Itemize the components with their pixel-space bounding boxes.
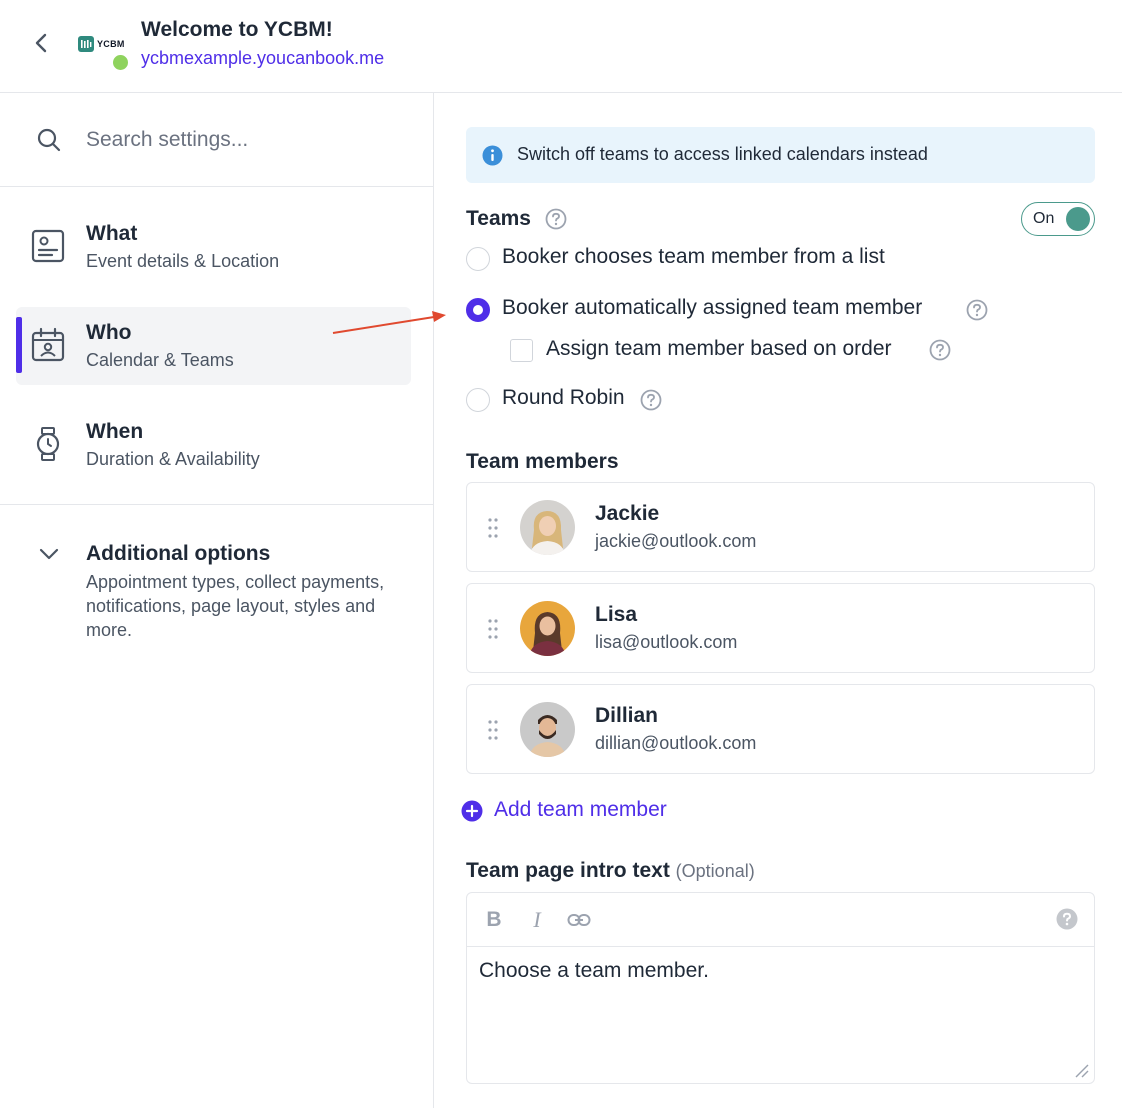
plus-circle-icon [461, 800, 483, 822]
online-status-dot [111, 53, 130, 72]
sidebar-item-when[interactable]: When Duration & Availability [16, 406, 411, 484]
ycbm-logo: YCBM [78, 34, 130, 54]
intro-text-title-label: Team page intro text [466, 859, 670, 882]
profile-card-icon [31, 229, 65, 263]
additional-options-title: Additional options [86, 542, 271, 565]
drag-handle-icon[interactable] [487, 517, 499, 539]
member-email: dillian@outlook.com [595, 733, 757, 753]
radio-label: Booker automatically assigned team membe… [502, 296, 923, 319]
link-icon [567, 914, 591, 926]
logo-text: YCBM [97, 39, 125, 49]
bold-button[interactable]: B [481, 907, 507, 933]
booking-page-link[interactable]: ycbmexample.youcanbook.me [141, 48, 384, 69]
back-button[interactable] [26, 28, 56, 58]
radio-button[interactable] [466, 247, 490, 271]
calendar-person-icon [31, 327, 65, 362]
watch-icon [36, 427, 60, 461]
optional-label: (Optional) [675, 861, 755, 881]
assign-by-order-checkbox[interactable] [510, 339, 533, 362]
avatar [520, 601, 575, 656]
toggle-label: On [1033, 210, 1055, 227]
help-icon[interactable] [640, 389, 662, 411]
top-header: YCBM Welcome to YCBM! ycbmexample.youcan… [0, 0, 1122, 93]
team-member-row: Dillian dillian@outlook.com [466, 684, 1095, 774]
info-banner: Switch off teams to access linked calend… [466, 127, 1095, 183]
help-icon[interactable] [966, 299, 988, 321]
info-banner-text: Switch off teams to access linked calend… [517, 144, 928, 164]
info-icon [482, 145, 503, 166]
team-member-row: Lisa lisa@outlook.com [466, 583, 1095, 673]
sidebar-item-subtitle: Calendar & Teams [86, 350, 234, 370]
page-title: Welcome to YCBM! [141, 18, 333, 41]
teams-title: Teams [466, 207, 531, 230]
intro-text-content[interactable]: Choose a team member. [479, 959, 1079, 983]
search-icon [37, 128, 61, 152]
link-button[interactable] [566, 907, 592, 933]
sidebar-item-subtitle: Duration & Availability [86, 449, 260, 469]
radio-label: Booker chooses team member from a list [502, 245, 885, 268]
member-name: Lisa [595, 603, 638, 626]
sidebar-item-title: What [86, 222, 138, 245]
annotation-arrow-icon [332, 311, 446, 334]
additional-options-toggle[interactable]: Additional options Appointment types, co… [0, 523, 433, 643]
radio-label: Round Robin [502, 386, 625, 409]
sidebar-item-subtitle: Event details & Location [86, 251, 280, 271]
resize-handle-icon[interactable] [1072, 1061, 1090, 1079]
avatar [520, 500, 575, 555]
member-name: Jackie [595, 502, 660, 525]
help-filled-icon[interactable] [1056, 908, 1078, 930]
help-icon[interactable] [545, 208, 567, 230]
sidebar-item-what[interactable]: What Event details & Location [16, 208, 411, 286]
chevron-down-icon [39, 548, 59, 560]
intro-text-editor: B I Choose a team member. [466, 892, 1095, 1084]
help-icon[interactable] [929, 339, 951, 361]
add-team-member-label: Add team member [494, 798, 667, 821]
settings-sidebar: What Event details & Location Who Calend… [0, 93, 434, 1108]
editor-toolbar: B I [467, 893, 1094, 947]
additional-options-subtitle: Appointment types, collect payments, not… [86, 572, 385, 640]
drag-handle-icon[interactable] [487, 719, 499, 741]
radio-button[interactable] [466, 388, 490, 412]
search-row [0, 93, 433, 187]
teams-toggle[interactable]: On [1021, 202, 1095, 236]
avatar [520, 702, 575, 757]
assign-by-order-label: Assign team member based on order [546, 337, 892, 360]
sidebar-divider [0, 504, 433, 505]
team-member-row: Jackie jackie@outlook.com [466, 482, 1095, 572]
search-settings-input[interactable] [86, 123, 406, 157]
intro-text-title: Team page intro text (Optional) [466, 859, 755, 883]
team-members-title: Team members [466, 450, 619, 473]
active-indicator [16, 317, 22, 373]
member-name: Dillian [595, 704, 659, 727]
sidebar-item-title: Who [86, 321, 132, 344]
ycbm-logo-mark-icon [78, 36, 94, 52]
sidebar-item-title: When [86, 420, 144, 443]
member-email: lisa@outlook.com [595, 632, 738, 652]
radio-button-selected[interactable] [466, 298, 490, 322]
main-panel: Switch off teams to access linked calend… [434, 93, 1122, 1108]
toggle-knob [1066, 207, 1090, 231]
member-email: jackie@outlook.com [595, 531, 757, 551]
chevron-left-icon [35, 33, 47, 53]
italic-button[interactable]: I [524, 907, 550, 933]
drag-handle-icon[interactable] [487, 618, 499, 640]
